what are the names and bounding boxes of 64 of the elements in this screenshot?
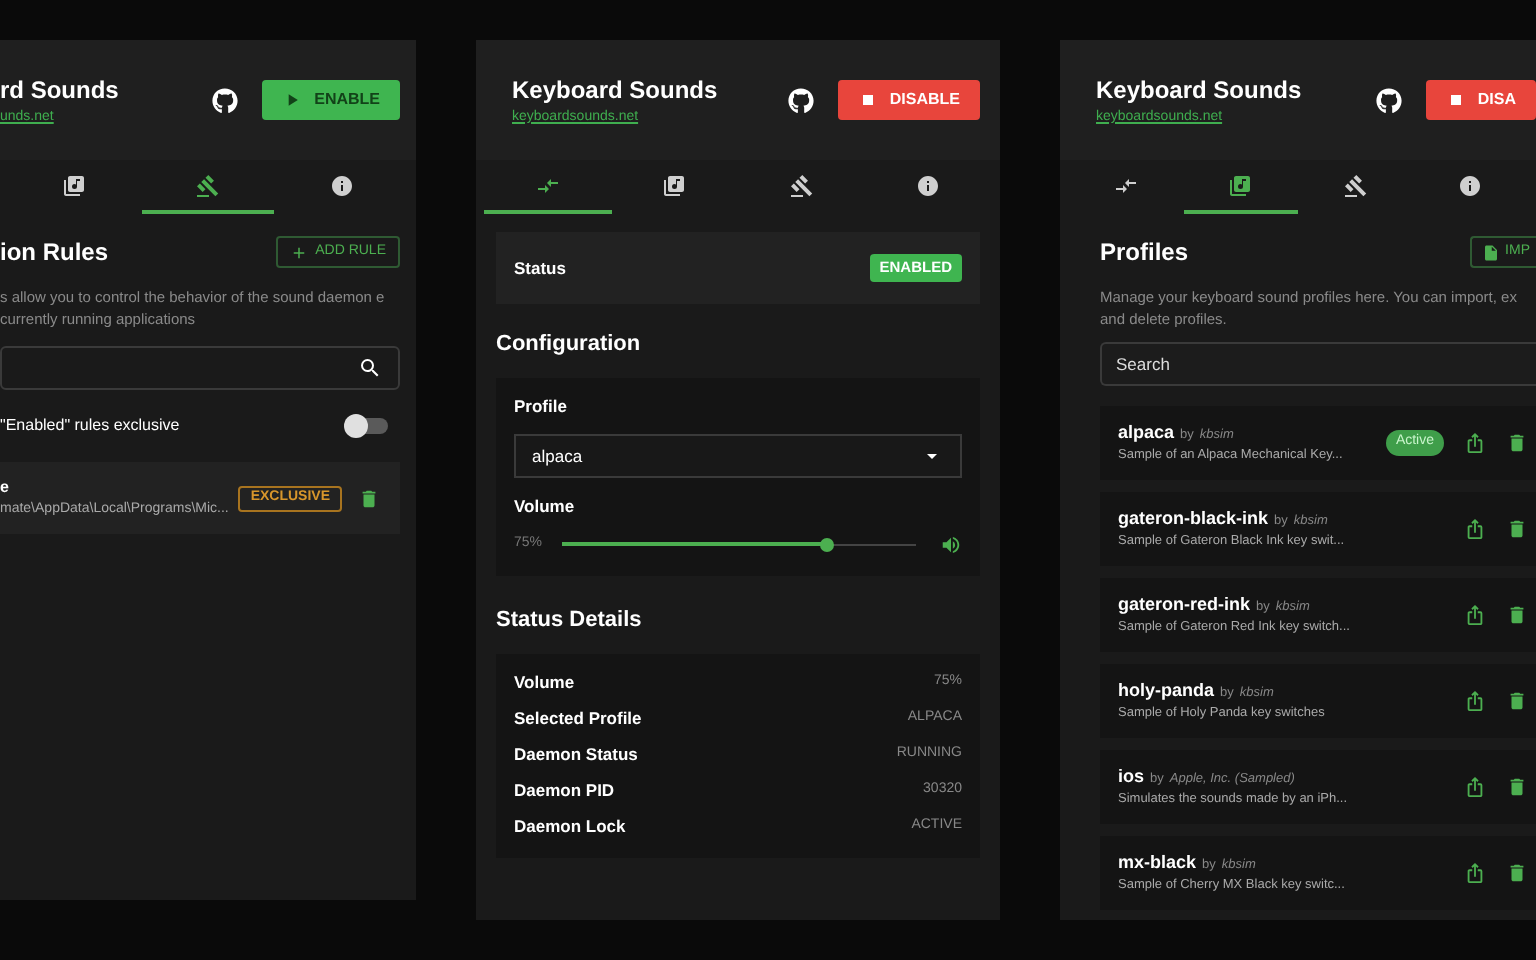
detail-label: Daemon Lock — [514, 814, 626, 840]
gavel-icon — [196, 173, 220, 197]
speaker-icon[interactable] — [940, 533, 962, 555]
file-icon — [1481, 243, 1500, 261]
delete-icon[interactable] — [1506, 518, 1528, 540]
github-icon[interactable] — [1375, 87, 1402, 113]
status-label: Status — [514, 255, 566, 281]
section-heading: Status Details — [496, 606, 644, 636]
arrows-icon — [1113, 173, 1138, 197]
section-heading: Configuration — [496, 330, 643, 360]
share-icon[interactable] — [1464, 432, 1486, 454]
github-icon[interactable] — [787, 87, 814, 113]
profile-name: mx-black — [1118, 849, 1197, 876]
delete-icon[interactable] — [1506, 432, 1528, 454]
profile-name: gateron-black-ink — [1118, 505, 1269, 532]
detail-label: Selected Profile — [514, 706, 642, 732]
detail-label: Daemon PID — [514, 778, 615, 804]
share-icon[interactable] — [1464, 604, 1486, 626]
section-heading: ion Rules — [0, 236, 109, 270]
profile-name: ios — [1118, 763, 1145, 790]
delete-icon[interactable] — [358, 487, 380, 509]
delete-icon[interactable] — [1506, 862, 1528, 884]
gavel-icon — [789, 173, 814, 197]
profile-name: alpaca — [1118, 419, 1175, 446]
music-library-icon — [1228, 173, 1253, 197]
share-icon[interactable] — [1464, 776, 1486, 798]
app-title: rd Sounds — [0, 73, 121, 108]
profile-label: Profile — [514, 393, 569, 419]
plus-icon — [289, 243, 308, 261]
share-icon[interactable] — [1464, 690, 1486, 712]
enable-button[interactable]: ENABLE — [262, 80, 400, 120]
delete-icon[interactable] — [1506, 690, 1528, 712]
slider-thumb[interactable] — [820, 537, 835, 551]
volume-label: Volume — [514, 494, 577, 520]
gavel-icon — [1343, 173, 1368, 197]
search-field[interactable] — [0, 346, 400, 390]
search-icon — [358, 356, 382, 380]
toggle-label: "Enabled" rules exclusive — [0, 414, 180, 438]
rule-name: e — [0, 475, 11, 500]
app-title: Keyboard Sounds — [1096, 73, 1304, 108]
detail-label: Volume — [514, 670, 575, 696]
disable-button[interactable]: DISA — [1425, 80, 1536, 120]
info-icon — [329, 173, 354, 197]
profile-name: holy-panda — [1118, 677, 1215, 704]
github-icon[interactable] — [212, 87, 239, 113]
delete-icon[interactable] — [1506, 776, 1528, 798]
share-icon[interactable] — [1464, 862, 1486, 884]
section-heading: Profiles — [1100, 236, 1189, 270]
search-field[interactable]: Search — [1100, 342, 1536, 386]
stop-icon — [857, 90, 878, 110]
detail-label: Daemon Status — [514, 742, 638, 768]
info-icon — [916, 173, 941, 197]
toggle-switch[interactable] — [348, 418, 388, 434]
profile-select[interactable]: alpaca — [514, 434, 962, 479]
profile-name: gateron-red-ink — [1118, 591, 1251, 618]
disable-button[interactable]: DISABLE — [837, 80, 980, 120]
app-title: Keyboard Sounds — [512, 73, 720, 108]
music-library-icon — [662, 173, 687, 197]
share-icon[interactable] — [1464, 518, 1486, 540]
music-library-icon — [62, 173, 87, 197]
delete-icon[interactable] — [1506, 604, 1528, 626]
arrows-icon — [535, 173, 560, 197]
info-icon — [1458, 173, 1483, 197]
stop-icon — [1445, 90, 1466, 110]
